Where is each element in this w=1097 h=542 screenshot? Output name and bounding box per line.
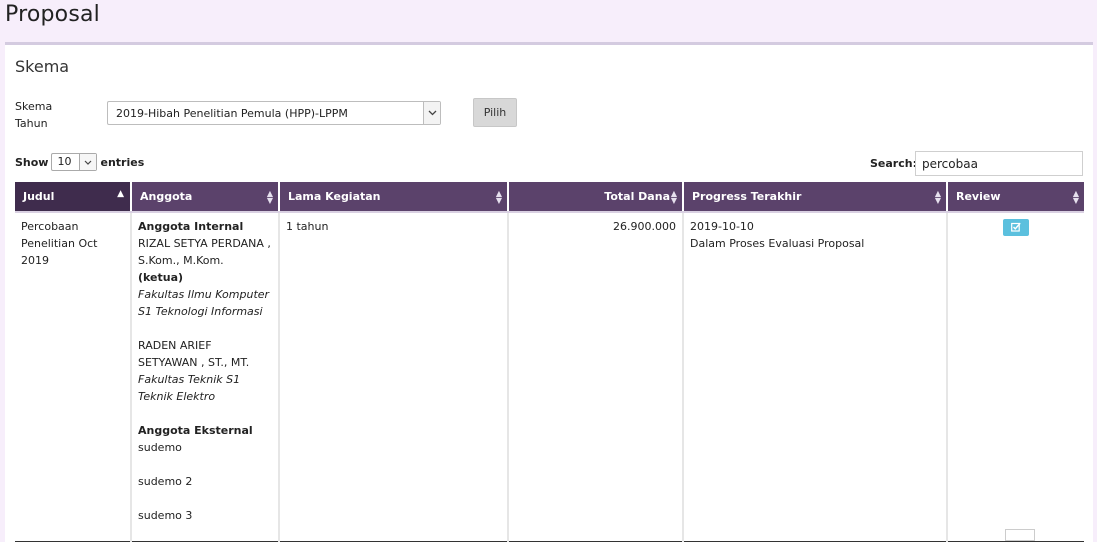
cell-judul: Percobaan Penelitian Oct 2019 <box>15 212 132 542</box>
column-label: Total Dana <box>604 190 670 203</box>
cell-lama-kegiatan: 1 tahun <box>279 212 509 542</box>
review-button[interactable] <box>1003 219 1029 236</box>
tahun-label: Tahun <box>15 117 48 130</box>
sort-both-icon: ▲ ▼ <box>934 189 941 205</box>
member-role: (ketua) <box>138 271 184 284</box>
panel-title: Skema <box>15 57 70 76</box>
column-header-progress-terakhir[interactable]: Progress Terakhir ▲ ▼ <box>683 182 948 213</box>
total-dana-text: 26.900.000 <box>613 220 676 233</box>
anggota-eksternal-heading: Anggota Eksternal <box>138 424 253 437</box>
length-value: 10 <box>57 155 72 168</box>
external-member: sudemo 3 <box>138 509 193 522</box>
page-title: Proposal <box>5 2 100 27</box>
internal-member: RADEN ARIEF SETYAWAN , ST., MT. Fakultas… <box>138 337 272 405</box>
skema-select[interactable]: 2019-Hibah Penelitian Pemula (HPP)-LPPM <box>107 101 441 125</box>
internal-member: RIZAL SETYA PERDANA , S.Kom., M.Kom. (ke… <box>138 235 272 320</box>
sort-both-icon: ▲ ▼ <box>670 189 677 205</box>
search-input[interactable]: percobaa <box>915 151 1083 176</box>
pilih-button[interactable]: Pilih <box>473 98 517 127</box>
column-header-total-dana[interactable]: Total Dana ▲ ▼ <box>508 182 684 213</box>
sort-both-icon: ▲ ▼ <box>1072 189 1079 205</box>
pagination-button[interactable] <box>1005 529 1035 541</box>
judul-text: Percobaan Penelitian Oct 2019 <box>21 220 98 267</box>
external-member: sudemo <box>138 441 182 454</box>
column-header-judul[interactable]: Judul ▲ <box>15 182 132 213</box>
skema-panel: Skema Skema Tahun 2019-Hibah Penelitian … <box>5 42 1093 542</box>
lama-kegiatan-text: 1 tahun <box>286 220 329 233</box>
edit-check-icon <box>1011 222 1021 232</box>
cell-progress-terakhir: 2019-10-10 Dalam Proses Evaluasi Proposa… <box>683 212 948 542</box>
column-header-anggota[interactable]: Anggota ▲ ▼ <box>131 182 280 213</box>
member-name: RIZAL SETYA PERDANA , S.Kom., M.Kom. <box>138 237 271 267</box>
entries-length-select[interactable]: 10 <box>51 153 98 171</box>
length-control: Show 10 entries <box>15 153 144 171</box>
column-header-lama-kegiatan[interactable]: Lama Kegiatan ▲ ▼ <box>279 182 509 213</box>
entries-label: entries <box>100 155 145 169</box>
cell-anggota: Anggota Internal RIZAL SETYA PERDANA , S… <box>131 212 280 542</box>
progress-status: Dalam Proses Evaluasi Proposal <box>690 237 865 250</box>
anggota-internal-heading: Anggota Internal <box>138 220 244 233</box>
member-unit: Fakultas Teknik S1 Teknik Elektro <box>138 373 241 403</box>
skema-tahun-label: Skema Tahun <box>15 98 52 132</box>
sort-both-icon: ▲ ▼ <box>495 189 502 205</box>
member-unit: Fakultas Ilmu Komputer S1 Teknologi Info… <box>138 288 270 318</box>
column-label: Lama Kegiatan <box>288 190 381 203</box>
sort-asc-icon: ▲ <box>117 189 124 199</box>
column-label: Progress Terakhir <box>692 190 802 203</box>
member-name: RADEN ARIEF SETYAWAN , ST., MT. <box>138 339 250 369</box>
external-member: sudemo 2 <box>138 475 193 488</box>
sort-both-icon: ▲ ▼ <box>266 189 273 205</box>
search-value: percobaa <box>922 157 978 171</box>
column-label: Review <box>956 190 1001 203</box>
cell-total-dana: 26.900.000 <box>508 212 684 542</box>
chevron-down-icon <box>423 102 440 124</box>
cell-review <box>947 212 1084 542</box>
progress-date: 2019-10-10 <box>690 220 754 233</box>
proposal-table: Judul ▲ Anggota ▲ ▼ Lama Kegiatan ▲ ▼ Tota… <box>15 182 1084 542</box>
search-label: Search: <box>870 157 917 170</box>
skema-select-value: 2019-Hibah Penelitian Pemula (HPP)-LPPM <box>116 107 348 120</box>
skema-label: Skema <box>15 100 53 113</box>
show-label: Show <box>15 155 49 169</box>
chevron-down-icon <box>79 154 97 170</box>
column-label: Judul <box>23 190 55 203</box>
column-header-review[interactable]: Review ▲ ▼ <box>947 182 1084 213</box>
column-label: Anggota <box>140 190 193 203</box>
table-header-row: Judul ▲ Anggota ▲ ▼ Lama Kegiatan ▲ ▼ Tota… <box>15 182 1084 213</box>
table-row: Percobaan Penelitian Oct 2019 Anggota In… <box>15 212 1084 542</box>
